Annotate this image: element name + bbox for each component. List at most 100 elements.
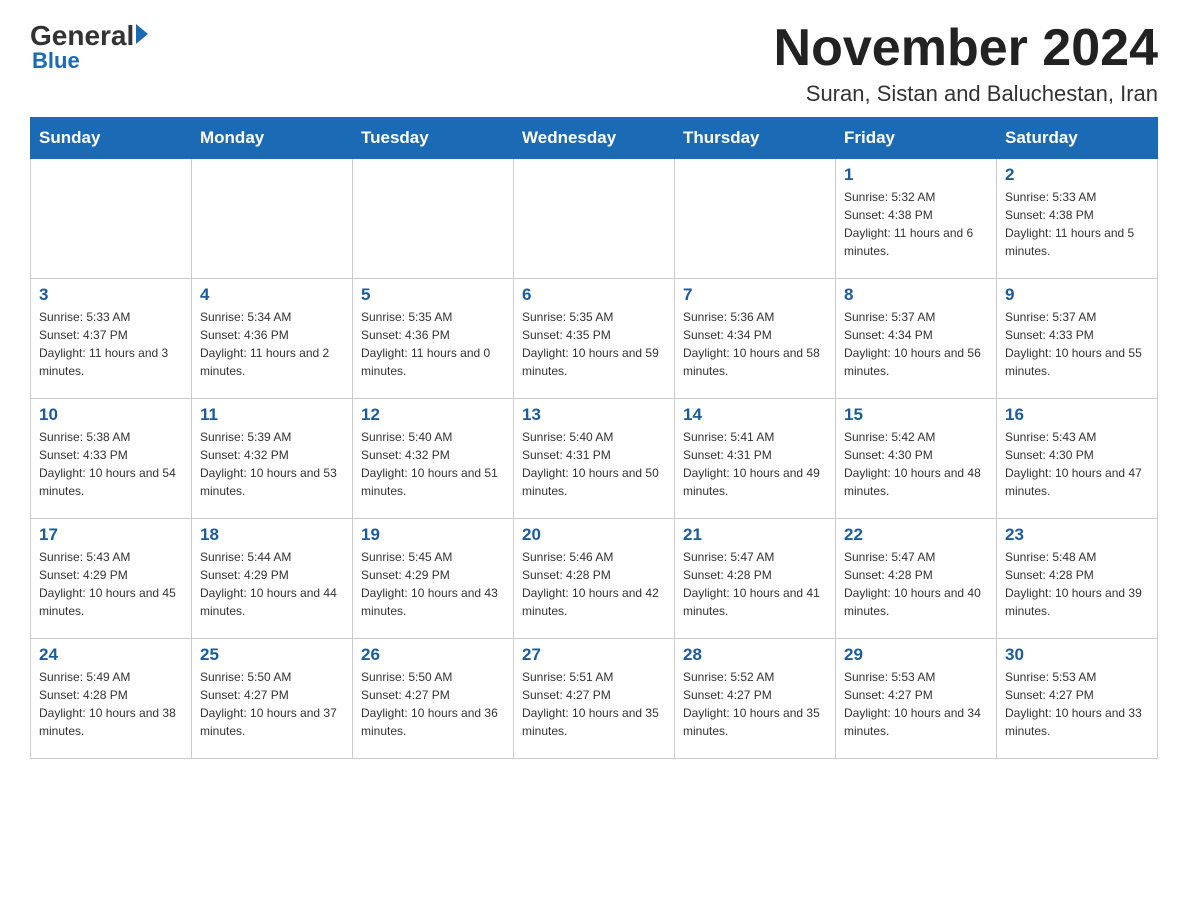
day-info: Sunrise: 5:43 AMSunset: 4:29 PMDaylight:…	[39, 548, 183, 620]
calendar-subtitle: Suran, Sistan and Baluchestan, Iran	[774, 81, 1158, 107]
calendar-cell: 6 Sunrise: 5:35 AMSunset: 4:35 PMDaylight…	[514, 279, 675, 399]
calendar-cell: 1 Sunrise: 5:32 AMSunset: 4:38 PMDaylight…	[836, 159, 997, 279]
day-info: Sunrise: 5:43 AMSunset: 4:30 PMDaylight:…	[1005, 428, 1149, 500]
header-thursday: Thursday	[675, 118, 836, 159]
week-row-4: 17 Sunrise: 5:43 AMSunset: 4:29 PMDayligh…	[31, 519, 1158, 639]
day-number: 10	[39, 405, 183, 425]
calendar-cell: 22Sunrise: 5:47 AMSunset: 4:28 PMDayligh…	[836, 519, 997, 639]
calendar-cell: 27 Sunrise: 5:51 AMSunset: 4:27 PMDayligh…	[514, 639, 675, 759]
week-row-5: 24 Sunrise: 5:49 AMSunset: 4:28 PMDayligh…	[31, 639, 1158, 759]
day-number: 17	[39, 525, 183, 545]
day-info: Sunrise: 5:40 AMSunset: 4:31 PMDaylight:…	[522, 428, 666, 500]
calendar-cell: 2 Sunrise: 5:33 AMSunset: 4:38 PMDaylight…	[997, 159, 1158, 279]
header-tuesday: Tuesday	[353, 118, 514, 159]
calendar-cell: 7 Sunrise: 5:36 AMSunset: 4:34 PMDaylight…	[675, 279, 836, 399]
day-number: 27	[522, 645, 666, 665]
day-number: 14	[683, 405, 827, 425]
calendar-cell: 15 Sunrise: 5:42 AMSunset: 4:30 PMDayligh…	[836, 399, 997, 519]
day-number: 15	[844, 405, 988, 425]
day-number: 6	[522, 285, 666, 305]
day-number: 11	[200, 405, 344, 425]
day-info: Sunrise: 5:35 AMSunset: 4:35 PMDaylight:…	[522, 308, 666, 380]
calendar-cell	[31, 159, 192, 279]
day-number: 30	[1005, 645, 1149, 665]
day-number: 21	[683, 525, 827, 545]
day-number: 24	[39, 645, 183, 665]
day-number: 1	[844, 165, 988, 185]
day-info: Sunrise: 5:39 AMSunset: 4:32 PMDaylight:…	[200, 428, 344, 500]
calendar-cell: 3Sunrise: 5:33 AMSunset: 4:37 PMDaylight…	[31, 279, 192, 399]
calendar-cell: 20Sunrise: 5:46 AMSunset: 4:28 PMDayligh…	[514, 519, 675, 639]
day-number: 16	[1005, 405, 1149, 425]
day-number: 9	[1005, 285, 1149, 305]
header-wednesday: Wednesday	[514, 118, 675, 159]
week-row-3: 10 Sunrise: 5:38 AMSunset: 4:33 PMDayligh…	[31, 399, 1158, 519]
day-info: Sunrise: 5:47 AMSunset: 4:28 PMDaylight:…	[683, 548, 827, 620]
day-number: 29	[844, 645, 988, 665]
calendar-cell	[675, 159, 836, 279]
calendar-cell: 30 Sunrise: 5:53 AMSunset: 4:27 PMDayligh…	[997, 639, 1158, 759]
day-info: Sunrise: 5:53 AMSunset: 4:27 PMDaylight:…	[1005, 668, 1149, 740]
calendar-cell: 18Sunrise: 5:44 AMSunset: 4:29 PMDayligh…	[192, 519, 353, 639]
day-info: Sunrise: 5:35 AMSunset: 4:36 PMDaylight:…	[361, 308, 505, 380]
day-info: Sunrise: 5:38 AMSunset: 4:33 PMDaylight:…	[39, 428, 183, 500]
day-info: Sunrise: 5:33 AMSunset: 4:38 PMDaylight:…	[1005, 188, 1149, 260]
day-number: 18	[200, 525, 344, 545]
day-number: 5	[361, 285, 505, 305]
day-info: Sunrise: 5:50 AMSunset: 4:27 PMDaylight:…	[200, 668, 344, 740]
day-info: Sunrise: 5:46 AMSunset: 4:28 PMDaylight:…	[522, 548, 666, 620]
day-info: Sunrise: 5:51 AMSunset: 4:27 PMDaylight:…	[522, 668, 666, 740]
day-number: 2	[1005, 165, 1149, 185]
calendar-cell: 11 Sunrise: 5:39 AMSunset: 4:32 PMDayligh…	[192, 399, 353, 519]
day-number: 19	[361, 525, 505, 545]
week-row-1: 1 Sunrise: 5:32 AMSunset: 4:38 PMDaylight…	[31, 159, 1158, 279]
calendar-table: SundayMondayTuesdayWednesdayThursdayFrid…	[30, 117, 1158, 759]
day-number: 23	[1005, 525, 1149, 545]
calendar-cell: 12Sunrise: 5:40 AMSunset: 4:32 PMDayligh…	[353, 399, 514, 519]
day-number: 8	[844, 285, 988, 305]
day-info: Sunrise: 5:49 AMSunset: 4:28 PMDaylight:…	[39, 668, 183, 740]
day-info: Sunrise: 5:34 AMSunset: 4:36 PMDaylight:…	[200, 308, 344, 380]
calendar-cell: 26 Sunrise: 5:50 AMSunset: 4:27 PMDayligh…	[353, 639, 514, 759]
day-info: Sunrise: 5:45 AMSunset: 4:29 PMDaylight:…	[361, 548, 505, 620]
day-info: Sunrise: 5:41 AMSunset: 4:31 PMDaylight:…	[683, 428, 827, 500]
calendar-cell: 19 Sunrise: 5:45 AMSunset: 4:29 PMDayligh…	[353, 519, 514, 639]
day-info: Sunrise: 5:53 AMSunset: 4:27 PMDaylight:…	[844, 668, 988, 740]
calendar-cell: 17 Sunrise: 5:43 AMSunset: 4:29 PMDayligh…	[31, 519, 192, 639]
day-number: 26	[361, 645, 505, 665]
day-number: 7	[683, 285, 827, 305]
calendar-title: November 2024	[774, 20, 1158, 77]
day-number: 12	[361, 405, 505, 425]
calendar-cell: 29 Sunrise: 5:53 AMSunset: 4:27 PMDayligh…	[836, 639, 997, 759]
day-number: 3	[39, 285, 183, 305]
week-row-2: 3Sunrise: 5:33 AMSunset: 4:37 PMDaylight…	[31, 279, 1158, 399]
calendar-cell: 9Sunrise: 5:37 AMSunset: 4:33 PMDaylight…	[997, 279, 1158, 399]
header-friday: Friday	[836, 118, 997, 159]
day-info: Sunrise: 5:48 AMSunset: 4:28 PMDaylight:…	[1005, 548, 1149, 620]
header-sunday: Sunday	[31, 118, 192, 159]
calendar-cell: 16 Sunrise: 5:43 AMSunset: 4:30 PMDayligh…	[997, 399, 1158, 519]
day-number: 28	[683, 645, 827, 665]
page-header: General Blue November 2024 Suran, Sistan…	[30, 20, 1158, 107]
header-monday: Monday	[192, 118, 353, 159]
calendar-cell: 21 Sunrise: 5:47 AMSunset: 4:28 PMDayligh…	[675, 519, 836, 639]
day-number: 22	[844, 525, 988, 545]
calendar-cell: 14 Sunrise: 5:41 AMSunset: 4:31 PMDayligh…	[675, 399, 836, 519]
day-info: Sunrise: 5:37 AMSunset: 4:34 PMDaylight:…	[844, 308, 988, 380]
day-number: 13	[522, 405, 666, 425]
logo-arrow-icon	[136, 24, 148, 44]
day-info: Sunrise: 5:32 AMSunset: 4:38 PMDaylight:…	[844, 188, 988, 260]
title-area: November 2024 Suran, Sistan and Baluches…	[774, 20, 1158, 107]
calendar-cell: 13 Sunrise: 5:40 AMSunset: 4:31 PMDayligh…	[514, 399, 675, 519]
day-info: Sunrise: 5:42 AMSunset: 4:30 PMDaylight:…	[844, 428, 988, 500]
calendar-header-row: SundayMondayTuesdayWednesdayThursdayFrid…	[31, 118, 1158, 159]
day-info: Sunrise: 5:50 AMSunset: 4:27 PMDaylight:…	[361, 668, 505, 740]
calendar-cell: 28Sunrise: 5:52 AMSunset: 4:27 PMDayligh…	[675, 639, 836, 759]
calendar-cell: 4Sunrise: 5:34 AMSunset: 4:36 PMDaylight…	[192, 279, 353, 399]
day-number: 25	[200, 645, 344, 665]
calendar-cell: 5 Sunrise: 5:35 AMSunset: 4:36 PMDaylight…	[353, 279, 514, 399]
day-info: Sunrise: 5:36 AMSunset: 4:34 PMDaylight:…	[683, 308, 827, 380]
calendar-cell	[514, 159, 675, 279]
logo-blue: Blue	[30, 48, 80, 74]
calendar-cell: 23 Sunrise: 5:48 AMSunset: 4:28 PMDayligh…	[997, 519, 1158, 639]
